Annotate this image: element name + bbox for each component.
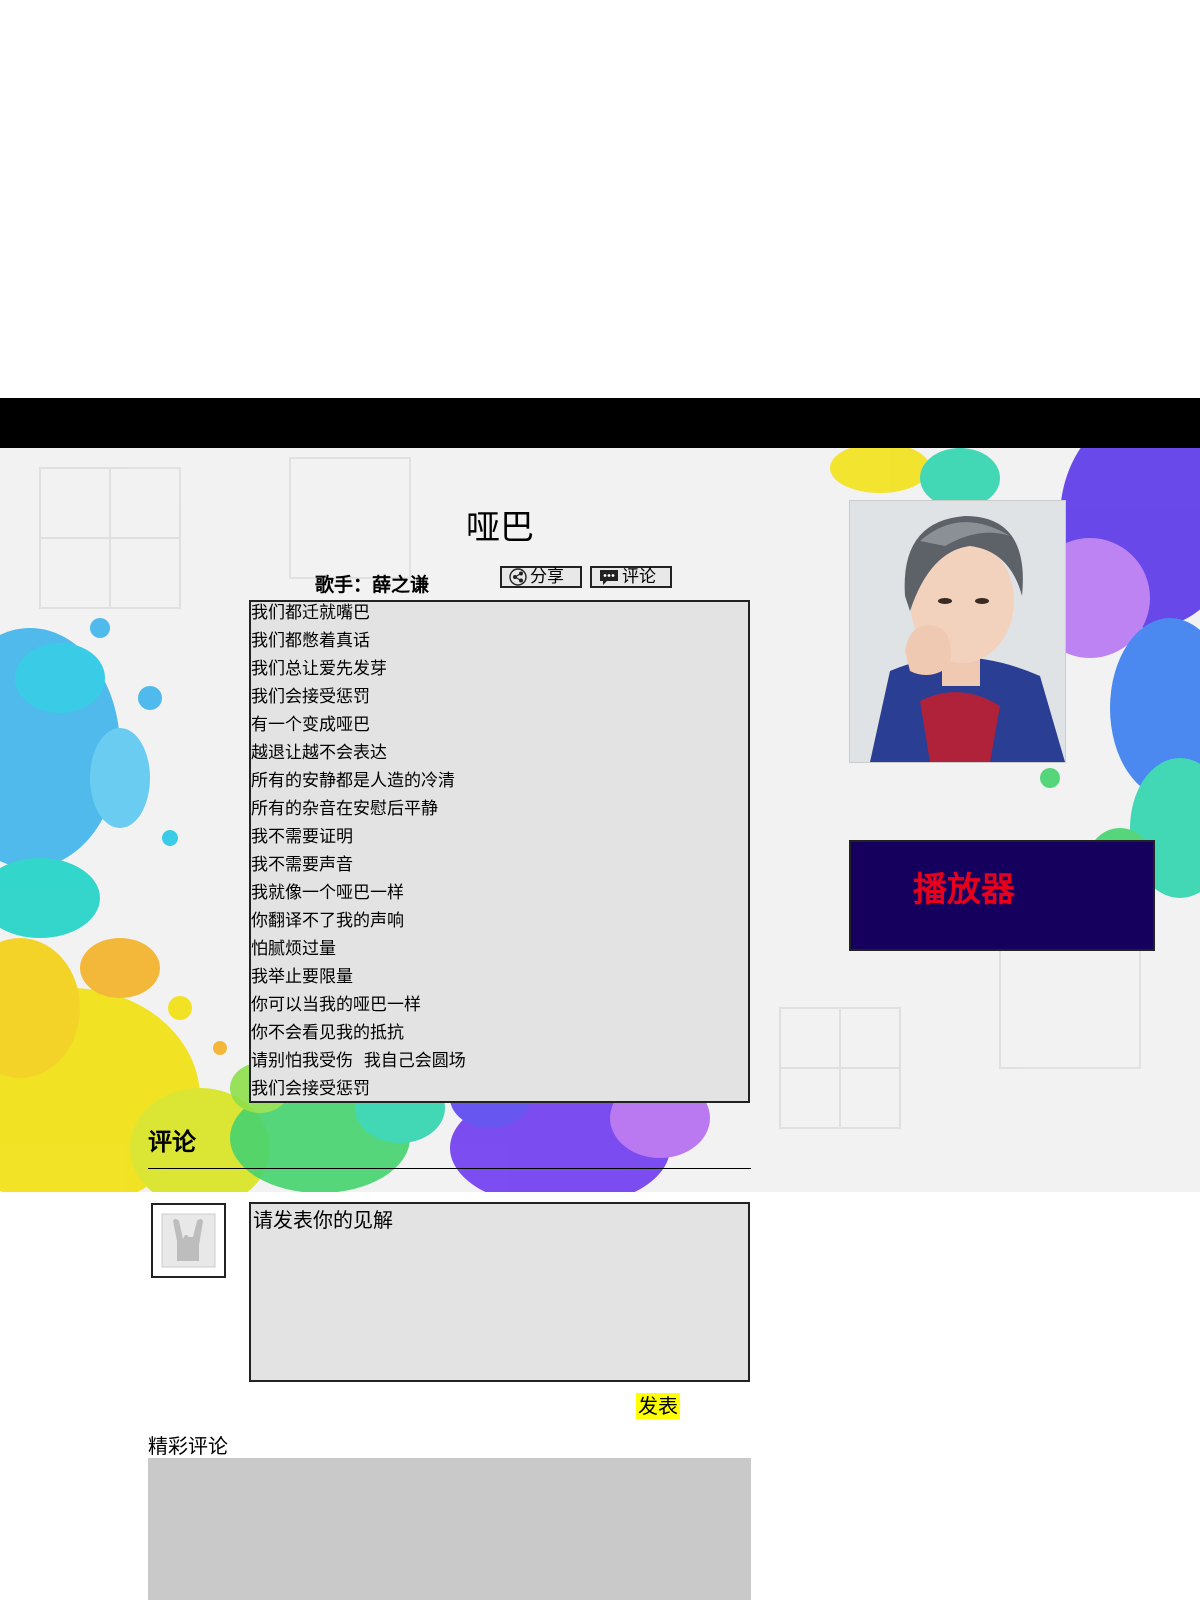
song-title: 哑巴 xyxy=(466,508,534,548)
share-button[interactable]: 分享 xyxy=(500,566,582,588)
comments-heading: 评论 xyxy=(148,1128,196,1156)
lyric-line: 请别怕我受伤 我自己会圆场 xyxy=(251,1051,466,1071)
lyric-line: 我不需要声音 xyxy=(251,855,353,875)
chat-bubble-icon xyxy=(598,568,620,586)
comment-label: 评论 xyxy=(622,567,656,587)
lyric-line: 你不会看见我的抵抗 xyxy=(251,1023,404,1043)
lyric-line: 我们总让爱先发芽 xyxy=(251,659,387,679)
lyric-line: 我不需要证明 xyxy=(251,827,353,847)
lyric-line: 你翻译不了我的声响 xyxy=(251,911,404,931)
submit-comment-button[interactable]: 发表 xyxy=(636,1393,680,1419)
comment-input[interactable] xyxy=(249,1202,750,1382)
lyric-line: 怕腻烦过量 xyxy=(251,939,336,959)
share-icon xyxy=(508,568,528,586)
player-label: 播放器 xyxy=(913,870,1015,910)
featured-comments-label: 精彩评论 xyxy=(148,1434,228,1458)
top-bar xyxy=(0,398,1200,448)
lyric-line: 所有的杂音在安慰后平静 xyxy=(251,799,438,819)
lyric-line: 我们会接受惩罚 xyxy=(251,687,370,707)
share-label: 分享 xyxy=(530,567,564,587)
lyric-line: 我们都憋着真话 xyxy=(251,631,370,651)
comments-divider xyxy=(148,1168,751,1169)
lyric-line: 我举止要限量 xyxy=(251,967,353,987)
singer-name: 歌手：薛之谦 xyxy=(315,574,430,596)
lyric-line: 我们会接受惩罚 xyxy=(251,1079,370,1099)
featured-comments-area xyxy=(148,1458,751,1600)
lyric-line: 你可以当我的哑巴一样 xyxy=(251,995,421,1015)
lyric-line: 我就像一个哑巴一样 xyxy=(251,883,404,903)
rock-hand-icon xyxy=(161,1213,216,1268)
lyric-line: 我们都迁就嘴巴 xyxy=(251,603,370,623)
music-player[interactable]: 播放器 xyxy=(849,840,1155,951)
lyric-line: 有一个变成哑巴 xyxy=(251,715,370,735)
lyric-line: 所有的安静都是人造的冷清 xyxy=(251,771,455,791)
singer-photo xyxy=(849,500,1066,763)
lyric-line: 越退让越不会表达 xyxy=(251,743,387,763)
lyrics-box: 我们都迁就嘴巴 我们都憋着真话 我们总让爱先发芽 我们会接受惩罚 有一个变成哑巴 越退让越… xyxy=(249,600,750,1103)
user-avatar xyxy=(151,1203,226,1278)
comment-button[interactable]: 评论 xyxy=(590,566,672,588)
